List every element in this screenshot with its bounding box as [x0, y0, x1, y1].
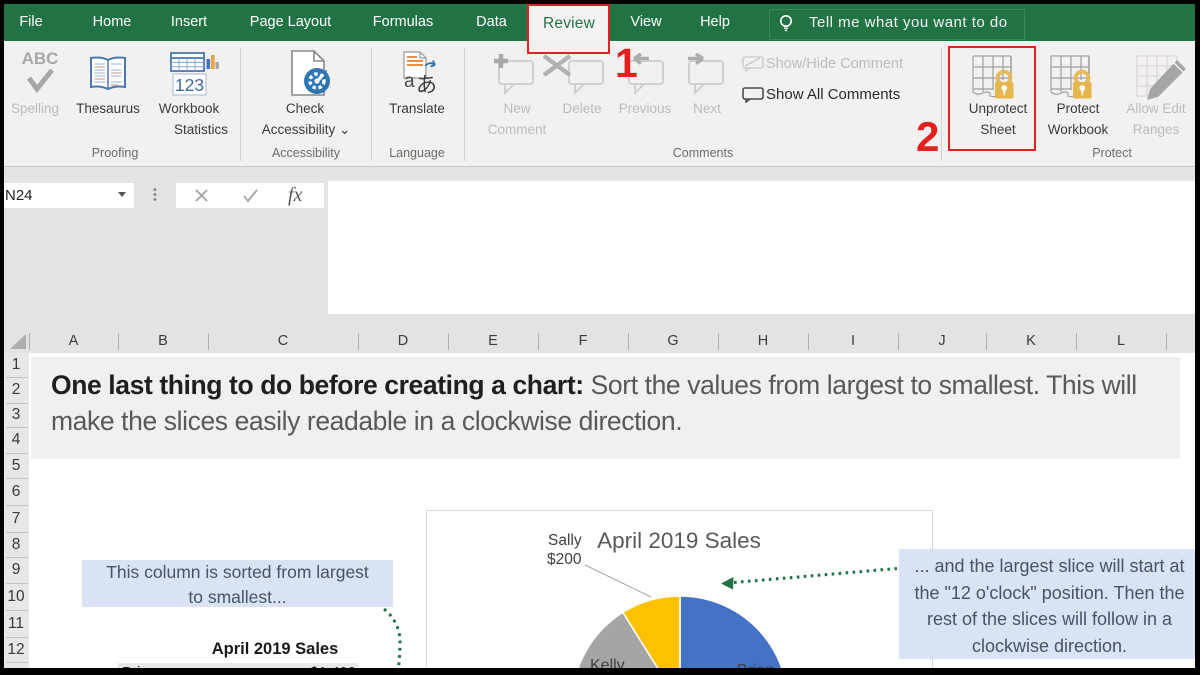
- svg-text:123: 123: [175, 75, 204, 95]
- svg-text:あ: あ: [416, 74, 437, 97]
- svg-text:a: a: [404, 71, 415, 92]
